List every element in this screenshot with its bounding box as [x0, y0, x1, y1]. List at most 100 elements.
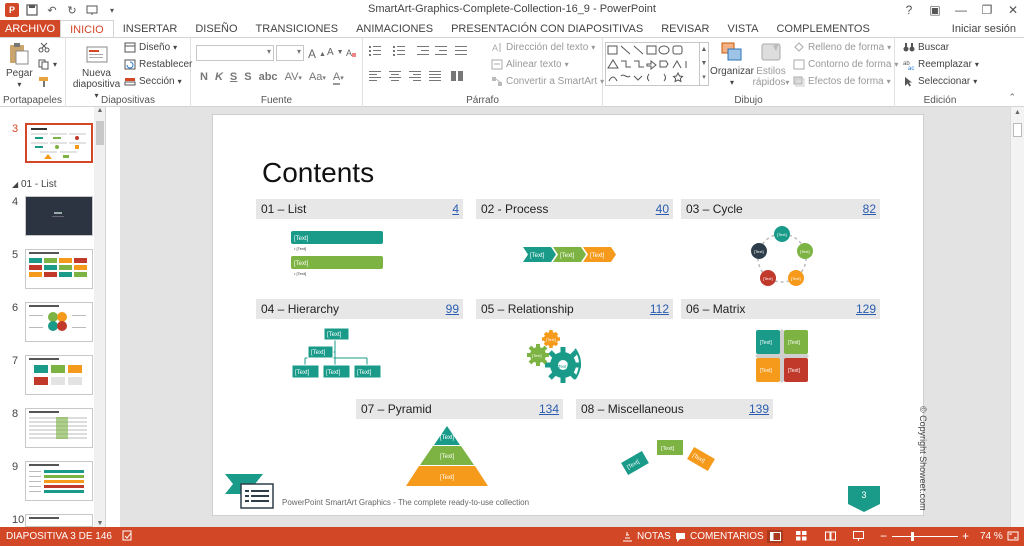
undo-icon[interactable]: ↶	[45, 3, 59, 17]
process-smartart[interactable]: [Text] [Text] [Text]	[523, 247, 619, 262]
tab-view[interactable]: VISTA	[719, 20, 768, 38]
minimize-button[interactable]: —	[954, 3, 968, 17]
list-buttons-row[interactable]	[369, 44, 489, 58]
bold-button[interactable]: N	[200, 71, 208, 83]
pyramid-smartart[interactable]: [Text] [Text] [Text]	[400, 425, 494, 487]
editor-scrollbar[interactable]: ▲	[1010, 107, 1024, 527]
arrange-button[interactable]: Organizar ▾	[710, 40, 754, 88]
restore-button[interactable]: ❐	[980, 3, 994, 17]
thumb-slide-8[interactable]	[25, 408, 93, 448]
page-link-matrix[interactable]: 129	[856, 302, 876, 316]
page-link-relationship[interactable]: 112	[650, 302, 669, 316]
misc-smartart[interactable]: [Text] [Text] [Text]	[621, 437, 721, 479]
tab-animations[interactable]: ANIMACIONES	[347, 20, 442, 38]
customize-qat-icon[interactable]: ▾	[105, 3, 119, 17]
close-button[interactable]: ✕	[1006, 3, 1020, 17]
hierarchy-smartart[interactable]: [Text] [Text] [Text] [Text] [Text]	[291, 327, 385, 381]
page-link-process[interactable]: 40	[656, 202, 669, 216]
fit-slide-icon[interactable]	[1007, 530, 1019, 545]
find-button[interactable]: Buscar	[903, 42, 949, 53]
comments-button[interactable]: COMENTARIOS	[675, 531, 764, 542]
slide-sorter-icon[interactable]	[796, 531, 807, 544]
thumb-slide-5[interactable]	[25, 249, 93, 289]
cycle-smartart[interactable]: [Text] [Text] [Text] [Text] [Text]	[747, 223, 817, 289]
text-direction-button[interactable]: A Dirección del texto ▾	[491, 42, 595, 53]
tab-review[interactable]: REVISAR	[652, 20, 718, 38]
strikethrough-button[interactable]: S	[244, 71, 251, 83]
notes-button[interactable]: NOTAS	[622, 531, 671, 542]
thumb-slide-4[interactable]	[25, 196, 93, 236]
select-button[interactable]: Seleccionar ▾	[903, 76, 977, 87]
scroll-thumb[interactable]	[1013, 123, 1022, 137]
zoom-slider-thumb[interactable]	[911, 532, 914, 541]
tab-design[interactable]: DISEÑO	[186, 20, 246, 38]
reset-button[interactable]: Restablecer	[124, 59, 192, 70]
scroll-up-icon[interactable]: ▲	[1011, 109, 1024, 116]
normal-view-icon[interactable]	[767, 530, 783, 543]
tab-insert[interactable]: INSERTAR	[114, 20, 187, 38]
ribbon-display-button[interactable]: ▣	[928, 3, 942, 17]
thumb-slide-9[interactable]	[25, 461, 93, 501]
convert-smartart-button[interactable]: Convertir a SmartArt ▾	[491, 76, 604, 87]
page-link-misc[interactable]: 139	[749, 402, 769, 416]
scroll-down-icon[interactable]: ▼	[94, 520, 105, 527]
zoom-out-button[interactable]: −	[880, 529, 887, 543]
format-painter-button[interactable]	[38, 76, 50, 87]
thumb-slide-10[interactable]	[25, 514, 93, 527]
font-grow-button[interactable]: A ▲	[308, 47, 326, 61]
font-size-input[interactable]: ▾	[276, 45, 304, 61]
page-link-list[interactable]: 4	[452, 202, 459, 216]
italic-button[interactable]: K	[215, 71, 223, 83]
save-icon[interactable]	[25, 3, 39, 17]
section-header[interactable]: ◢ 01 - List	[12, 179, 57, 190]
matrix-smartart[interactable]: [Text] [Text] [Text] [Text]	[753, 327, 811, 385]
slide-canvas[interactable]: Contents 01 – List 4 02 - Process 40 03 – …	[212, 114, 924, 516]
page-link-pyramid[interactable]: 134	[539, 402, 559, 416]
zoom-level[interactable]: 74 %	[980, 531, 1003, 542]
present-icon[interactable]	[85, 3, 99, 17]
redo-icon[interactable]: ↻	[65, 3, 79, 17]
thumb-slide-7[interactable]	[25, 355, 93, 395]
font-shrink-button[interactable]: A ▼	[327, 47, 344, 58]
collapse-ribbon-icon[interactable]: ⌃	[1008, 92, 1016, 103]
layout-button[interactable]: Diseño ▾	[124, 42, 177, 53]
help-button[interactable]: ?	[902, 3, 916, 17]
list-smartart[interactable]: [Text] • [Text] [Text] • [Text]	[291, 231, 385, 277]
paste-button[interactable]: Pegar ▾	[6, 42, 33, 90]
tab-addins[interactable]: COMPLEMENTOS	[767, 20, 878, 38]
reading-view-icon[interactable]	[825, 531, 836, 544]
thumb-slide-3[interactable]	[25, 123, 93, 163]
tab-slideshow[interactable]: PRESENTACIÓN CON DIAPOSITIVAS	[442, 20, 652, 38]
shapes-gallery[interactable]: ▲ ▼ ▾	[605, 42, 709, 86]
scroll-thumb[interactable]	[96, 121, 104, 145]
cut-button[interactable]	[38, 42, 50, 53]
zoom-slider[interactable]	[892, 536, 958, 537]
alignment-buttons-row[interactable]	[369, 70, 494, 82]
underline-button[interactable]: S	[230, 71, 237, 83]
shadow-button[interactable]: abc	[259, 71, 278, 83]
align-text-button[interactable]: Alinear texto ▾	[491, 59, 569, 70]
scroll-up-icon[interactable]: ▲	[94, 107, 105, 114]
shapes-gallery-scroll[interactable]: ▲ ▼ ▾	[699, 43, 708, 85]
tab-home[interactable]: INICIO	[60, 20, 114, 38]
zoom-in-button[interactable]: +	[962, 529, 969, 543]
page-link-hierarchy[interactable]: 99	[446, 302, 459, 316]
copy-button[interactable]: ▾	[38, 59, 57, 70]
slideshow-icon[interactable]	[853, 531, 864, 544]
thumb-scrollbar[interactable]: ▲ ▼	[94, 107, 105, 527]
sign-in-link[interactable]: Iniciar sesión	[952, 23, 1016, 35]
thumb-slide-6[interactable]	[25, 302, 93, 342]
tab-transitions[interactable]: TRANSICIONES	[247, 20, 348, 38]
spellcheck-icon[interactable]	[122, 530, 133, 544]
char-spacing-button[interactable]: AV▾	[285, 71, 302, 83]
shape-outline-button[interactable]: Contorno de forma ▾	[793, 59, 898, 70]
clear-format-icon[interactable]: A	[345, 47, 357, 58]
replace-button[interactable]: ab ac Reemplazar ▾	[903, 59, 979, 70]
slide-title[interactable]: Contents	[262, 157, 374, 189]
relationship-smartart[interactable]: [Text] [Text] [Text]	[523, 327, 585, 387]
shape-fill-button[interactable]: Relleno de forma ▾	[793, 42, 891, 53]
tab-file[interactable]: ARCHIVO	[0, 20, 61, 38]
new-slide-button[interactable]: Nueva diapositiva ▾	[73, 42, 120, 101]
font-name-input[interactable]: ▾	[196, 45, 274, 61]
shape-effects-button[interactable]: Efectos de forma ▾	[793, 76, 891, 87]
